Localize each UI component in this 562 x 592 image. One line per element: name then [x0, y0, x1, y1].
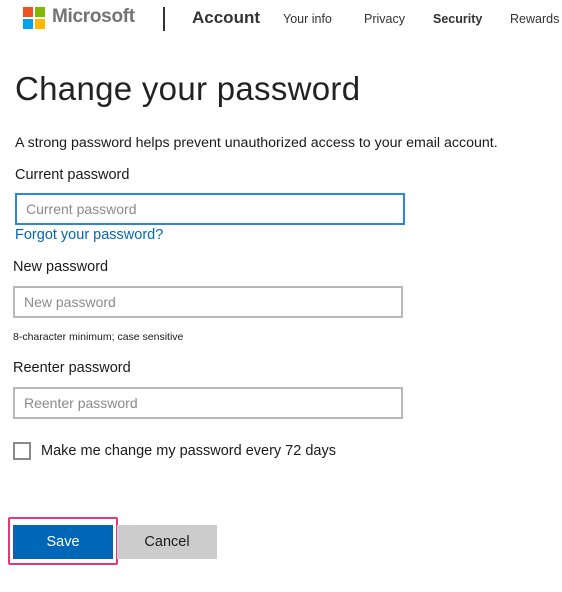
intro-text: A strong password helps prevent unauthor…	[15, 135, 498, 151]
current-password-input[interactable]	[15, 193, 405, 225]
microsoft-logo-icon[interactable]	[23, 7, 45, 29]
expire-password-checkbox[interactable]	[13, 442, 31, 460]
save-button[interactable]: Save	[13, 525, 113, 559]
cancel-button[interactable]: Cancel	[117, 525, 217, 559]
new-password-input[interactable]	[13, 286, 403, 318]
nav-rewards[interactable]: Rewards	[510, 12, 559, 26]
header-divider	[163, 7, 165, 31]
current-password-label: Current password	[15, 167, 130, 183]
reenter-password-label: Reenter password	[13, 360, 131, 376]
top-header: Microsoft Account Your info Privacy Secu…	[0, 0, 562, 40]
nav-security[interactable]: Security	[433, 12, 482, 26]
page-title: Change your password	[15, 70, 361, 107]
forgot-password-link[interactable]: Forgot your password?	[15, 227, 163, 243]
nav-your-info[interactable]: Your info	[283, 12, 332, 26]
reenter-password-input[interactable]	[13, 387, 403, 419]
brand-name[interactable]: Microsoft	[52, 6, 135, 28]
expire-password-label[interactable]: Make me change my password every 72 days	[41, 443, 336, 459]
account-title[interactable]: Account	[192, 8, 260, 28]
new-password-label: New password	[13, 259, 109, 275]
nav-privacy[interactable]: Privacy	[364, 12, 405, 26]
password-hint: 8-character minimum; case sensitive	[13, 331, 184, 343]
